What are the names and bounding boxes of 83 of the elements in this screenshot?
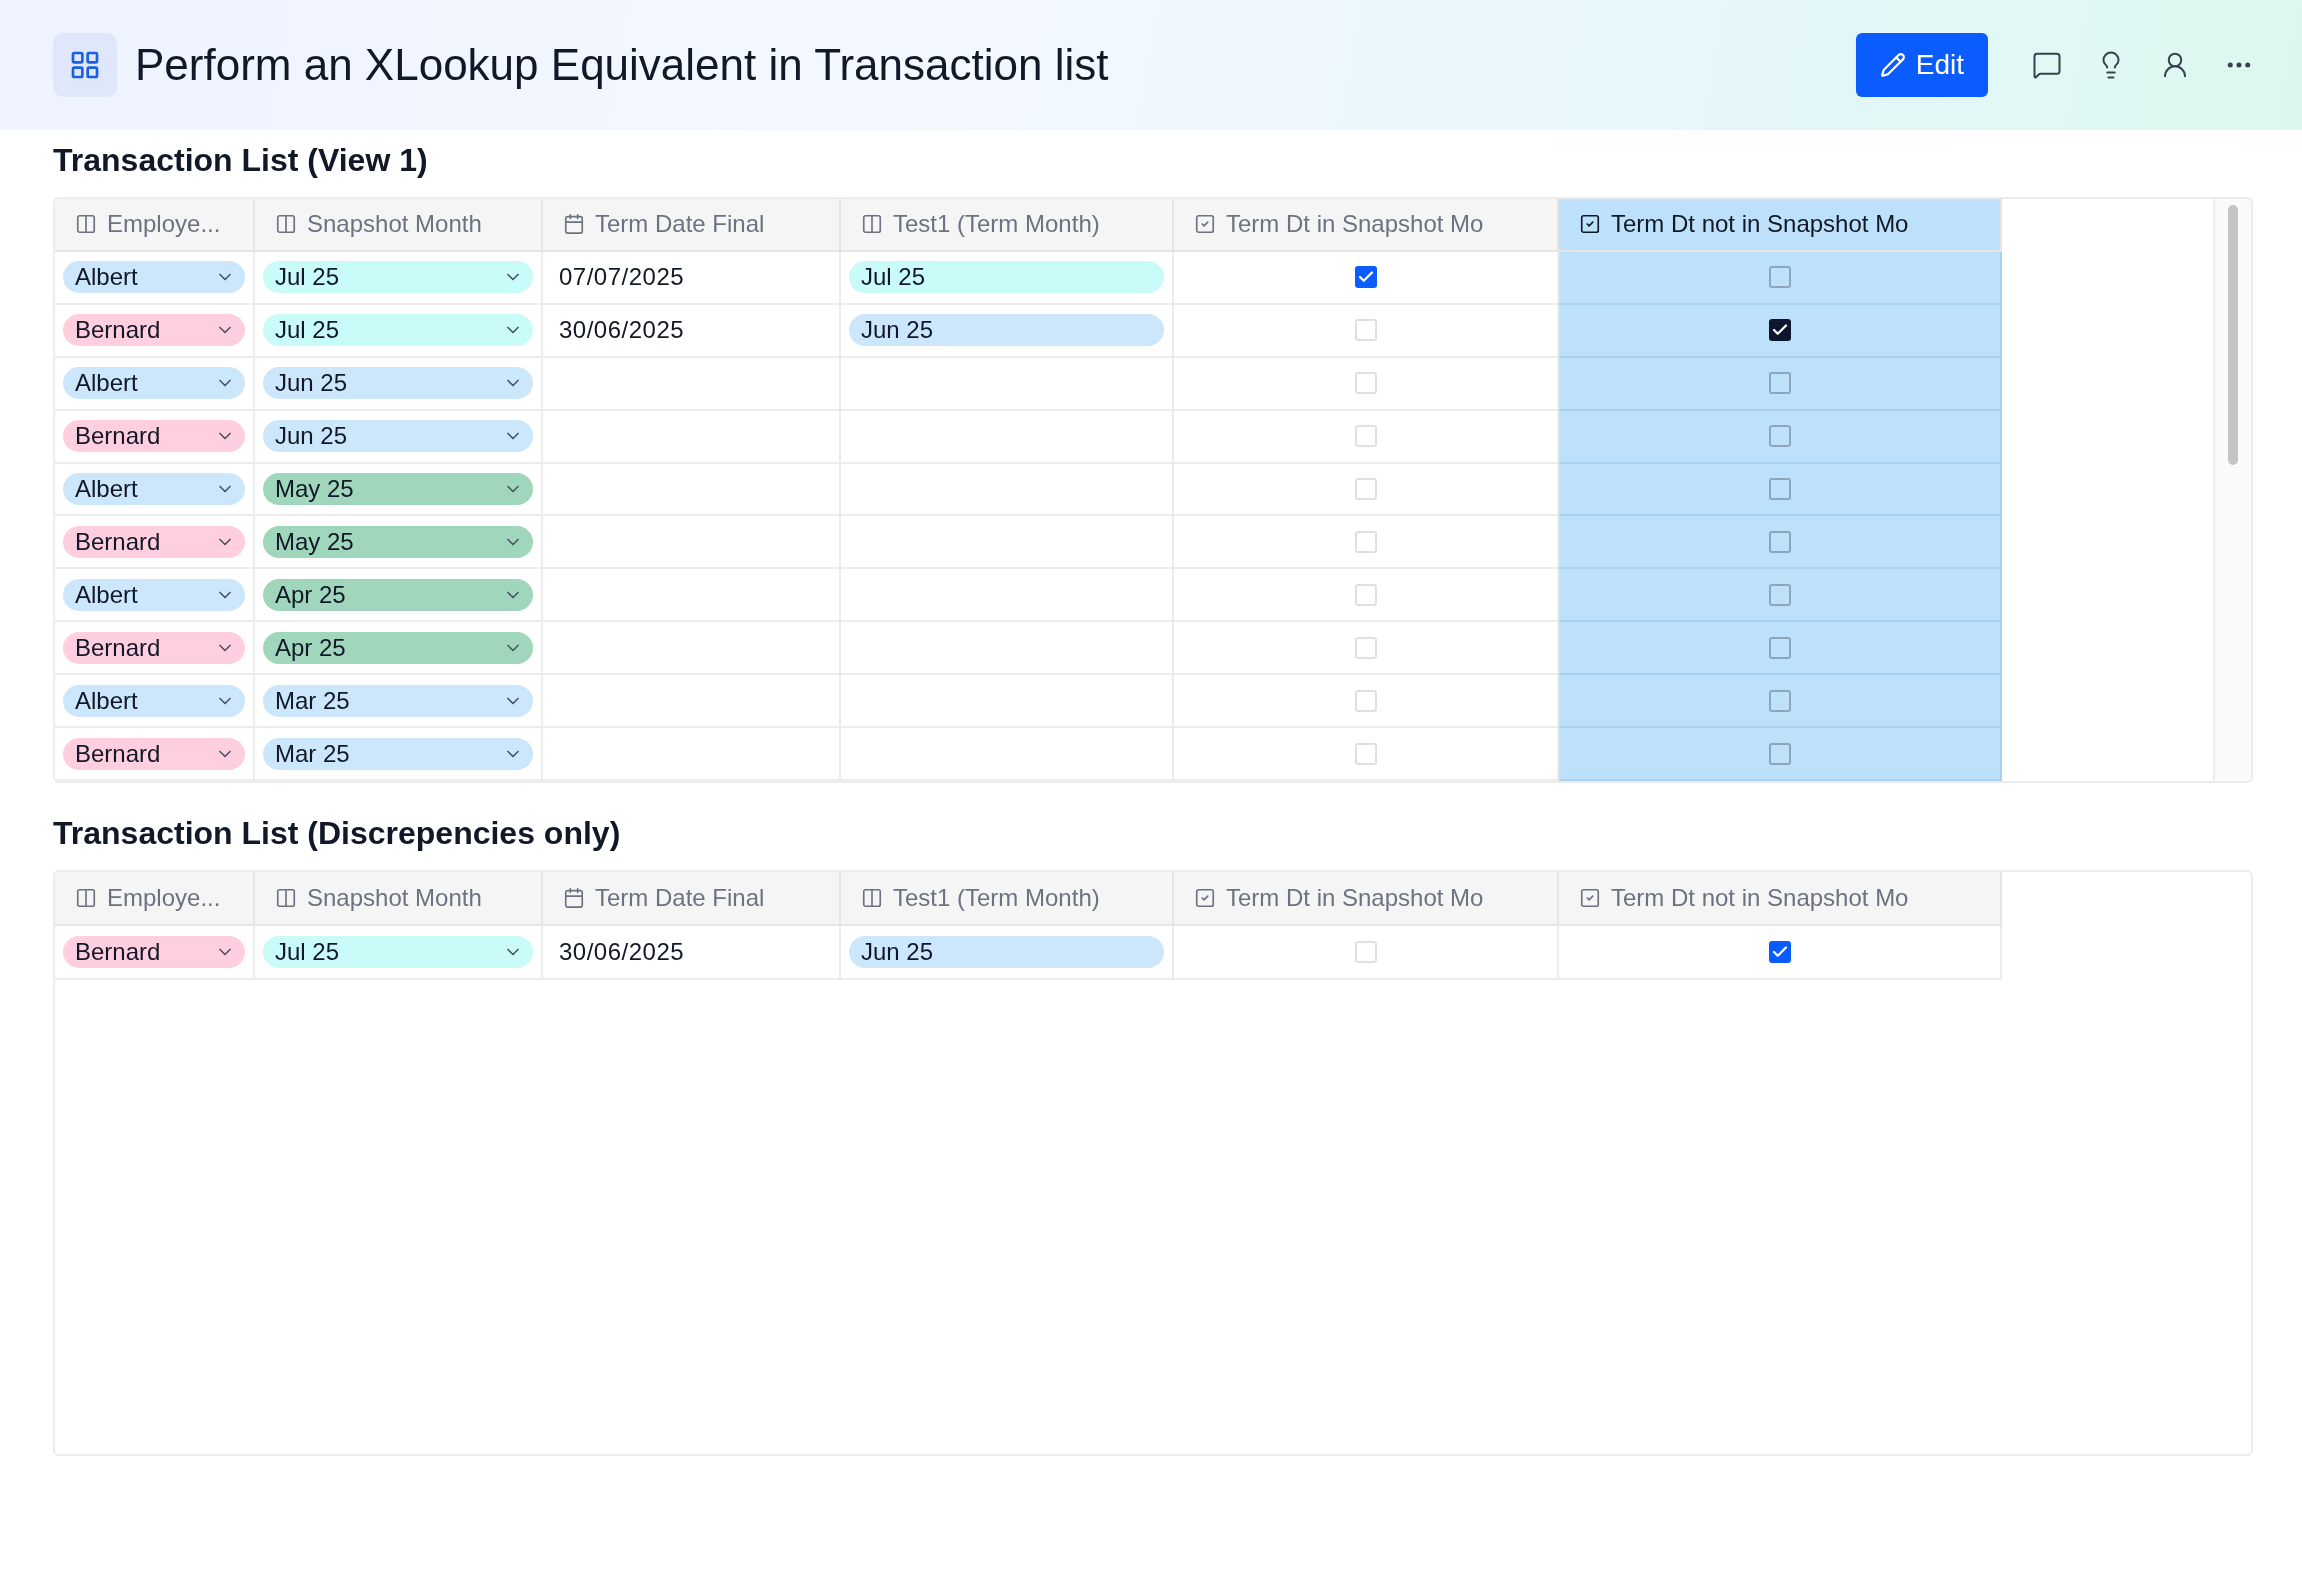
column-header[interactable]: Term Date Final <box>543 199 841 252</box>
column-header[interactable]: Term Dt in Snapshot Mo <box>1174 872 1559 926</box>
column-label: Test1 (Term Month) <box>893 884 1100 912</box>
select-pill[interactable]: Apr 25 <box>263 578 533 611</box>
table-icon <box>275 213 297 236</box>
checkbox-icon <box>1579 887 1601 909</box>
select-pill[interactable]: May 25 <box>263 473 533 505</box>
table-cell-text: 30/06/2025 <box>558 316 685 345</box>
tag-pill: Jun 25 <box>849 936 1164 968</box>
select-pill[interactable]: Jul 25 <box>263 936 533 968</box>
table-cell-text: 30/06/2025 <box>558 938 685 966</box>
checkbox[interactable] <box>1768 425 1791 448</box>
column-label: Term Date Final <box>595 210 765 239</box>
checkbox[interactable] <box>1768 266 1791 289</box>
select-pill[interactable]: Bernard <box>63 314 245 347</box>
select-pill[interactable]: Albert <box>63 367 245 400</box>
checkbox[interactable] <box>1768 319 1791 342</box>
column-header[interactable]: Term Dt in Snapshot Mo <box>1174 199 1559 252</box>
checkbox[interactable] <box>1768 530 1791 553</box>
column-header[interactable]: Employe... <box>55 872 255 926</box>
page-title: Perform an XLookup Equivalent in Transaction list <box>135 40 1110 90</box>
pencil-icon <box>1879 52 1906 78</box>
edit-button[interactable]: Edit <box>1855 33 1988 97</box>
select-pill[interactable]: Bernard <box>63 737 245 770</box>
calendar-icon <box>563 213 585 236</box>
column-label: Term Dt not in Snapshot Mo <box>1611 210 1909 239</box>
checkbox[interactable] <box>1768 478 1791 500</box>
column-label: Employe... <box>107 884 221 912</box>
column-label: Employe... <box>107 210 221 239</box>
section-title: Transaction List (Discrepencies only) <box>53 815 622 852</box>
checkbox[interactable] <box>1768 372 1791 395</box>
checkbox[interactable] <box>1768 689 1791 712</box>
column-label: Term Dt not in Snapshot Mo <box>1611 884 1909 912</box>
select-pill[interactable]: Albert <box>63 261 245 294</box>
column-label: Test1 (Term Month) <box>893 210 1100 239</box>
column-header[interactable]: Employe... <box>55 199 255 252</box>
tag-pill: Jul 25 <box>849 261 1164 294</box>
calendar-icon <box>563 887 585 909</box>
table-icon <box>75 887 97 909</box>
column-label: Term Dt in Snapshot Mo <box>1226 210 1484 239</box>
checkbox[interactable] <box>1768 742 1791 765</box>
select-pill[interactable]: Mar 25 <box>263 737 533 770</box>
column-header[interactable]: Snapshot Month <box>255 872 543 926</box>
checkbox[interactable] <box>1768 636 1791 659</box>
table-icon <box>861 213 883 236</box>
select-pill[interactable]: Albert <box>63 578 245 611</box>
column-header[interactable]: Test1 (Term Month) <box>841 199 1174 252</box>
checkbox-icon <box>1194 213 1216 236</box>
column-header[interactable]: Snapshot Month <box>255 199 543 252</box>
select-pill[interactable]: Bernard <box>63 936 245 968</box>
select-pill[interactable]: Bernard <box>63 525 245 558</box>
select-pill[interactable]: Jul 25 <box>263 314 533 347</box>
scrollbar[interactable] <box>2228 205 2238 465</box>
table-cell-text: 07/07/2025 <box>558 263 685 292</box>
column-label: Snapshot Month <box>307 210 482 239</box>
select-pill[interactable]: Bernard <box>63 420 245 453</box>
checkbox-icon <box>1194 887 1216 909</box>
checkbox[interactable] <box>1768 941 1791 963</box>
table-icon <box>275 887 297 909</box>
select-pill[interactable]: Jun 25 <box>263 367 533 400</box>
column-header[interactable]: Test1 (Term Month) <box>841 872 1174 926</box>
select-pill[interactable]: Jul 25 <box>263 261 533 294</box>
table-icon <box>861 887 883 909</box>
select-pill[interactable]: Jun 25 <box>263 420 533 453</box>
table-icon <box>75 213 97 236</box>
column-label: Term Date Final <box>595 884 765 912</box>
select-pill[interactable]: May 25 <box>263 525 533 558</box>
checkbox[interactable] <box>1768 583 1791 606</box>
select-pill[interactable]: Albert <box>63 684 245 717</box>
tag-pill: Jun 25 <box>849 314 1164 347</box>
select-pill[interactable]: Mar 25 <box>263 684 533 717</box>
checkbox[interactable] <box>1354 266 1377 289</box>
section-title: Transaction List (View 1) <box>53 142 429 179</box>
column-header[interactable]: Term Date Final <box>543 872 841 926</box>
select-pill[interactable]: Albert <box>63 473 245 505</box>
select-pill[interactable]: Apr 25 <box>263 631 533 664</box>
checkbox-icon <box>1579 213 1601 236</box>
column-header[interactable]: Term Dt not in Snapshot Mo <box>1559 199 2002 252</box>
select-pill[interactable]: Bernard <box>63 631 245 664</box>
column-label: Term Dt in Snapshot Mo <box>1226 884 1484 912</box>
app-icon[interactable] <box>53 33 117 97</box>
column-header[interactable]: Term Dt not in Snapshot Mo <box>1559 872 2002 926</box>
column-label: Snapshot Month <box>307 884 482 912</box>
